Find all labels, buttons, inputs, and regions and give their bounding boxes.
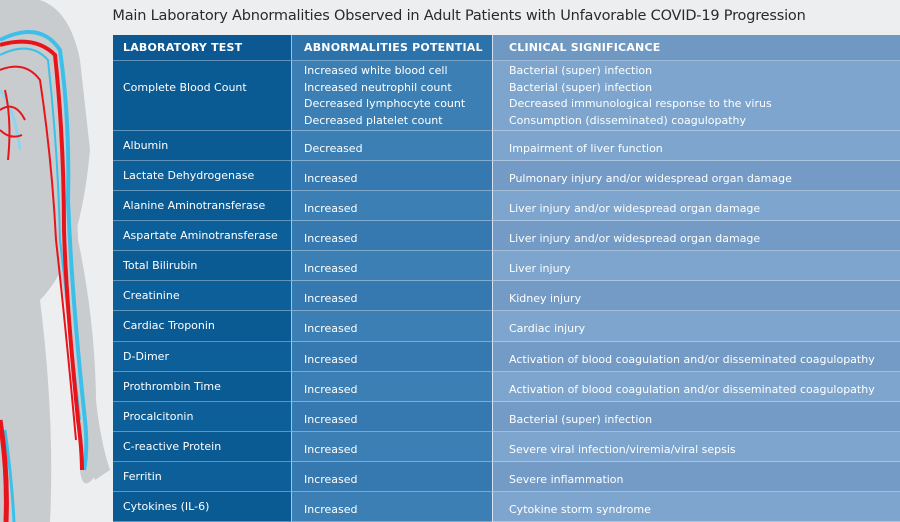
- row-test: Alanine Aminotransferase: [113, 191, 291, 222]
- row-test: Creatinine: [113, 281, 291, 312]
- cbc-significance-item: Consumption (disseminated) coagulopathy: [509, 113, 747, 127]
- row-abnormality: Increased: [291, 191, 492, 222]
- row-significance: Activation of blood coagulation and/or d…: [492, 341, 900, 372]
- cbc-abnormality: Increased neutrophil count: [304, 80, 452, 94]
- row-test: Ferritin: [113, 461, 291, 492]
- cbc-abnormality: Decreased lymphocyte count: [304, 97, 466, 110]
- row-test: Total Bilirubin: [113, 251, 291, 282]
- row-test: Procalcitonin: [113, 401, 291, 432]
- cbc-significance-item: Bacterial (super) infection: [509, 80, 653, 94]
- row-test: Cardiac Troponin: [113, 311, 291, 342]
- cbc-abnormality: Decreased platelet count: [304, 113, 443, 127]
- row-test: Cytokines (IL-6): [113, 491, 291, 522]
- row-test: Albumin: [113, 131, 291, 162]
- row-significance: Severe inflammation: [492, 461, 900, 492]
- cbc-significance-item: Bacterial (super) infection: [509, 64, 653, 77]
- row-abnormality: Increased: [291, 161, 492, 192]
- row-abnormality: Increased: [291, 221, 492, 252]
- header-clinical-significance: CLINICAL SIGNIFICANCE: [492, 35, 900, 61]
- row-abnormality: Increased: [291, 401, 492, 432]
- lab-abnormalities-table: LABORATORY TEST ABNORMALITIES POTENTIAL …: [113, 35, 900, 522]
- cbc-test-label: Complete Blood Count: [123, 81, 247, 94]
- row-abnormality: Increased: [291, 491, 492, 522]
- cbc-significance-item: Decreased immunological response to the …: [509, 97, 772, 110]
- cbc-significance: Bacterial (super) infection Bacterial (s…: [492, 61, 900, 131]
- row-significance: Kidney injury: [492, 281, 900, 312]
- row-abnormality: Decreased: [291, 131, 492, 162]
- row-test: Prothrombin Time: [113, 371, 291, 402]
- row-significance: Liver injury and/or widespread organ dam…: [492, 221, 900, 252]
- row-test: D-Dimer: [113, 341, 291, 372]
- cbc-abnormalities: Increased white blood cell Increased neu…: [291, 61, 492, 131]
- row-abnormality: Increased: [291, 371, 492, 402]
- row-abnormality: Increased: [291, 311, 492, 342]
- row-significance: Cardiac injury: [492, 311, 900, 342]
- row-test: Aspartate Aminotransferase: [113, 221, 291, 252]
- row-significance: Bacterial (super) infection: [492, 401, 900, 432]
- row-significance: Pulmonary injury and/or widespread organ…: [492, 161, 900, 192]
- row-test: C-reactive Protein: [113, 431, 291, 462]
- row-significance: Cytokine storm syndrome: [492, 491, 900, 522]
- row-test: Lactate Dehydrogenase: [113, 161, 291, 192]
- row-significance: Liver injury and/or widespread organ dam…: [492, 191, 900, 222]
- page-title: Main Laboratory Abnormalities Observed i…: [112, 8, 806, 24]
- row-significance: Impairment of liver function: [492, 131, 900, 162]
- row-abnormality: Increased: [291, 461, 492, 492]
- cbc-test: Complete Blood Count: [113, 61, 291, 131]
- header-abnormalities-potential: ABNORMALITIES POTENTIAL: [291, 35, 492, 61]
- row-abnormality: Increased: [291, 251, 492, 282]
- row-abnormality: Increased: [291, 341, 492, 372]
- row-abnormality: Increased: [291, 431, 492, 462]
- human-circulatory-system-arm-icon: [0, 0, 110, 522]
- row-significance: Severe viral infection/viremia/viral sep…: [492, 431, 900, 462]
- header-laboratory-test: LABORATORY TEST: [113, 35, 291, 61]
- cbc-abnormality: Increased white blood cell: [304, 64, 448, 77]
- row-significance: Activation of blood coagulation and/or d…: [492, 371, 900, 402]
- row-significance: Liver injury: [492, 251, 900, 282]
- row-abnormality: Increased: [291, 281, 492, 312]
